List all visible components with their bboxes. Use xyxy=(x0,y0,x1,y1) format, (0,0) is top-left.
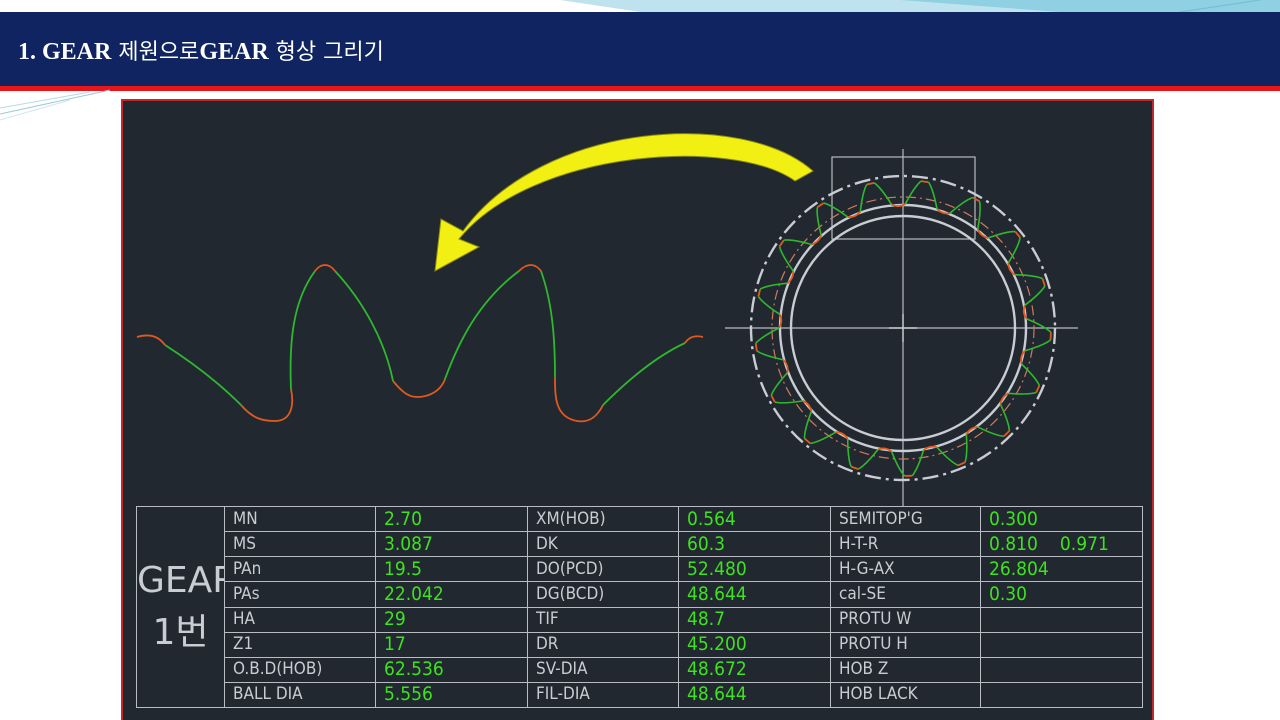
spec-label: PAs xyxy=(224,581,376,608)
spec-label: H-T-R xyxy=(830,531,981,558)
spec-value: 0.810 0.971 xyxy=(980,531,1143,558)
spec-value: 45.200 xyxy=(678,631,831,658)
spec-value xyxy=(980,681,1143,709)
spec-label: cal-SE xyxy=(830,581,981,608)
spec-label: TIF xyxy=(527,606,679,633)
spec-label: DR xyxy=(527,631,679,658)
title-bar: 1. GEAR 제원으로GEAR 형상 그리기 xyxy=(0,12,1280,86)
spec-value: 22.042 xyxy=(375,581,528,608)
spec-value: 5.556 xyxy=(375,681,528,709)
spec-value: 17 xyxy=(375,631,528,658)
spec-label: SEMITOP'G xyxy=(830,505,981,533)
spec-value: 48.644 xyxy=(678,581,831,608)
arrow-icon xyxy=(434,133,814,272)
cad-drawing-panel: GEAR1번MN2.70XM(HOB)0.564SEMITOP'G0.300MS… xyxy=(121,99,1154,720)
spec-label: PAn xyxy=(224,556,376,583)
gear-tooth-profile xyxy=(136,264,704,423)
spec-label: DK xyxy=(527,531,679,558)
spec-label: DG(BCD) xyxy=(527,581,679,608)
gear-spec-table: GEAR1번MN2.70XM(HOB)0.564SEMITOP'G0.300MS… xyxy=(136,505,1143,709)
spec-value: 52.480 xyxy=(678,556,831,583)
spec-value: 0.30 xyxy=(980,581,1143,608)
spec-label: O.B.D(HOB) xyxy=(224,656,376,683)
spec-label: PROTU W xyxy=(830,606,981,633)
spec-value: 48.644 xyxy=(678,681,831,709)
spec-value: 3.087 xyxy=(375,531,528,558)
spec-label: MN xyxy=(224,505,376,533)
spec-value: 48.7 xyxy=(678,606,831,633)
table-row: PAn 19.5 DO(PCD) 52.480 H-G-AX 26.804 xyxy=(137,556,1143,583)
spec-value-secondary: 0.971 xyxy=(1059,532,1109,555)
spec-value: 48.672 xyxy=(678,656,831,683)
spec-label: PROTU H xyxy=(830,631,981,658)
spec-value: 19.5 xyxy=(375,556,528,583)
table-row: MS 3.087 DK 60.3 H-T-R 0.810 0.971 xyxy=(137,531,1143,558)
decorative-lines xyxy=(0,89,111,121)
table-row: GEAR 1번 MN2.70XM(HOB)0.564SEMITOP'G0.300 xyxy=(136,505,1143,708)
spec-label: HOB LACK xyxy=(830,681,981,709)
spec-value: 2.70 xyxy=(375,505,528,533)
table-row: PAs 22.042 DG(BCD) 48.644 cal-SE 0.30 xyxy=(137,581,1143,608)
table-row: Z1 17 DR 45.200 PROTU H xyxy=(137,631,1143,658)
top-accent-stripe xyxy=(0,0,1280,12)
spec-label: Z1 xyxy=(224,631,376,658)
spec-value: 26.804 xyxy=(980,556,1143,583)
spec-value: 60.3 xyxy=(678,531,831,558)
spec-value xyxy=(980,656,1143,683)
spec-value: 0.300 xyxy=(980,505,1143,533)
spec-label: DO(PCD) xyxy=(527,556,679,583)
spec-value xyxy=(980,631,1143,658)
spec-label: MS xyxy=(224,531,376,558)
table-row: O.B.D(HOB) 62.536 SV-DIA 48.672 HOB Z xyxy=(137,656,1143,683)
spec-label: FIL-DIA xyxy=(527,681,679,709)
spec-label: H-G-AX xyxy=(830,556,981,583)
spec-value xyxy=(980,606,1143,633)
page-title: 1. GEAR 제원으로GEAR 형상 그리기 xyxy=(18,39,384,65)
spec-label: BALL DIA xyxy=(224,681,376,709)
spec-label: SV-DIA xyxy=(527,656,679,683)
spec-label: HOB Z xyxy=(830,656,981,683)
spec-value: 0.564 xyxy=(678,505,831,533)
gear-name-line1: GEAR xyxy=(137,559,224,601)
table-row: HA 29 TIF 48.7 PROTU W xyxy=(137,606,1143,633)
gear-drawing xyxy=(725,149,1078,506)
spec-label: XM(HOB) xyxy=(527,505,679,533)
spec-value: 62.536 xyxy=(375,656,528,683)
gear-name-line2: 1번 xyxy=(152,612,209,653)
title-underline xyxy=(0,86,1280,91)
gear-name-label: GEAR 1번 xyxy=(136,506,225,708)
spec-label: HA xyxy=(224,606,376,633)
spec-value: 29 xyxy=(375,606,528,633)
table-row: BALL DIA 5.556 FIL-DIA 48.644 HOB LACK xyxy=(137,681,1143,709)
